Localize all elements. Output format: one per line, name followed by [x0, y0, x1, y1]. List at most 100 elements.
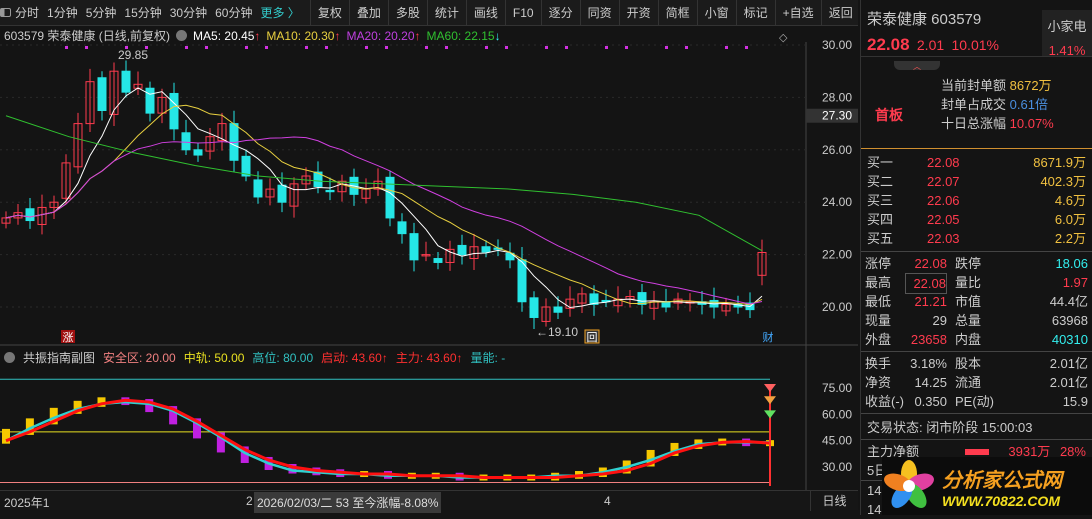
signal-dot — [545, 46, 548, 49]
candle-body — [25, 208, 35, 222]
candle-body — [97, 77, 107, 111]
sub-options-icon[interactable] — [4, 352, 15, 363]
ma60-line — [5, 115, 763, 252]
stat-row: 净资 14.25 流通 2.01亿 — [865, 375, 1088, 390]
diamond-toggle-icon: ◇ — [779, 32, 788, 44]
limit-up-badge-text: 涨 — [63, 331, 74, 344]
bid-row: 买五 22.03 2.2万 — [867, 231, 1086, 246]
signal-dot — [65, 46, 68, 49]
finance-badge-text: 财 — [763, 330, 774, 344]
sector-box[interactable]: 小家电 1.41% — [1042, 10, 1092, 58]
axis-label-4: 4 — [604, 494, 611, 508]
stats-block-2: 换手 3.18% 股本 2.01亿 净资 14.25 流通 2.01亿 收益(-) 0.350 PE… — [861, 351, 1092, 411]
price-tick: 30.00 — [822, 38, 852, 52]
bid-row: 买二 22.07 402.3万 — [867, 174, 1086, 189]
period-indicator[interactable]: 日线 — [810, 491, 858, 511]
stats-block-1: 涨停 22.08 跌停 18.06 最高 22.08 量比 1.97 最低 21.21 市值 44.4… — [861, 251, 1092, 349]
price-pct: 10.01% — [951, 37, 999, 53]
ma5-line — [5, 87, 763, 309]
signal-dot — [385, 46, 388, 49]
candle-body — [409, 233, 419, 261]
candle-body — [397, 221, 407, 235]
signal-dot — [305, 46, 308, 49]
stat-row: 最低 21.21 市值 44.4亿 — [865, 294, 1088, 309]
stat-row: 涨停 22.08 跌停 18.06 — [865, 256, 1088, 271]
signal-dot — [605, 46, 608, 49]
signal-dot — [685, 46, 688, 49]
sector-name: 小家电 — [1047, 19, 1087, 34]
candle-body — [145, 87, 155, 114]
stock-name: 荣泰健康 603579 — [867, 11, 982, 28]
price-tick: 22.00 — [822, 248, 852, 262]
signal-dot — [265, 46, 268, 49]
candle-body — [385, 176, 395, 219]
bid-book: 买一 22.08 8671.9万 买二 22.07 402.3万 买三 22.06 4.6万 买四… — [861, 148, 1092, 248]
price-tick: 24.00 — [822, 195, 852, 209]
candle-body — [517, 259, 527, 303]
signal-dot — [185, 46, 188, 49]
stat-row: 外盘 23658 内盘 40310 — [865, 332, 1088, 347]
high-price-label: 29.85 — [118, 48, 148, 62]
signal-dot — [325, 46, 328, 49]
sub-title: 共振指南副图 — [23, 351, 96, 365]
seal-amount: 8672万 — [1009, 78, 1052, 93]
candle-body — [169, 92, 179, 130]
signal-dot — [85, 46, 88, 49]
cyan-line — [5, 400, 770, 479]
logo-url: WWW.70822.COM — [942, 492, 1060, 509]
candle-body — [193, 149, 203, 156]
sub-tick: 45.00 — [822, 434, 852, 448]
start-label: 启动: 43.60↑ — [321, 351, 388, 365]
volume-label: 量能: - — [470, 351, 506, 365]
bid-row: 买一 22.08 8671.9万 — [867, 155, 1086, 170]
kline-chart[interactable]: 30.00 28.00 26.00 24.00 22.00 20.00 27.30 29.85… — [0, 0, 858, 490]
price-tick: 20.00 — [822, 300, 852, 314]
diamond-icon — [764, 410, 776, 419]
momentum-bar — [2, 428, 10, 444]
low-price-label: ←19.10 — [536, 325, 578, 339]
stat-row: 换手 3.18% 股本 2.01亿 — [865, 356, 1088, 371]
candle-body — [457, 244, 467, 256]
flow-bar — [964, 449, 989, 455]
ten-day-gain: 10.07% — [1009, 116, 1054, 131]
candle-body — [277, 184, 287, 203]
signal-dot — [205, 46, 208, 49]
mark-badge-text: 回 — [587, 331, 598, 344]
signal-dot — [565, 46, 568, 49]
signal-dot — [625, 46, 628, 49]
candle-body — [553, 306, 563, 313]
seal-ratio: 0.61倍 — [1009, 97, 1048, 112]
safe-zone-label: 安全区: 20.00 — [103, 351, 176, 365]
time-axis: 2025年1 2 2026/02/03/二 53 至今涨幅-8.08% 4 日线 — [0, 490, 858, 513]
sub-tick: 60.00 — [822, 407, 852, 421]
main-force-line — [5, 398, 771, 480]
price-line: 22.08 2.01 10.01% — [867, 35, 999, 55]
board-label: 首板 — [875, 107, 903, 123]
bid-row: 买三 22.06 4.6万 — [867, 193, 1086, 208]
sub-tick: 75.00 — [822, 381, 852, 395]
signal-dot — [445, 46, 448, 49]
logo-text: 分析家公式网 — [942, 469, 1062, 492]
signal-dot — [425, 46, 428, 49]
signal-dot — [245, 46, 248, 49]
signal-dot — [725, 46, 728, 49]
collapse-icon[interactable]: ︿ — [894, 61, 940, 71]
trade-status: 交易状态: 闭市阶段 15:00:03 — [861, 413, 1092, 439]
price-change: 2.01 — [916, 37, 945, 53]
diamond-icon — [764, 384, 776, 393]
quote-panel: 荣泰健康 603579 22.08 2.01 10.01% 小家电 1.41% … — [860, 0, 1092, 517]
limit-up-info: ︿ 首板 当前封单额 8672万 封单占成交 0.61倍 十日总涨幅 10.07… — [861, 56, 1092, 148]
signal-dot — [665, 46, 668, 49]
watermark-logo: 分析家公式网 WWW.70822.COM — [882, 457, 1092, 515]
candle-body — [637, 292, 647, 305]
candle-body — [481, 246, 491, 253]
sub-tick: 30.00 — [822, 460, 852, 474]
diamond-icon — [764, 396, 776, 405]
candle-body — [529, 297, 539, 318]
signal-dot — [505, 46, 508, 49]
mid-band-label: 中轨: 50.00 — [183, 351, 245, 365]
main-force-label: 主力: 43.60↑ — [395, 351, 463, 365]
signal-dot — [745, 46, 748, 49]
bid-row: 买四 22.05 6.0万 — [867, 212, 1086, 227]
signal-dot — [365, 46, 368, 49]
